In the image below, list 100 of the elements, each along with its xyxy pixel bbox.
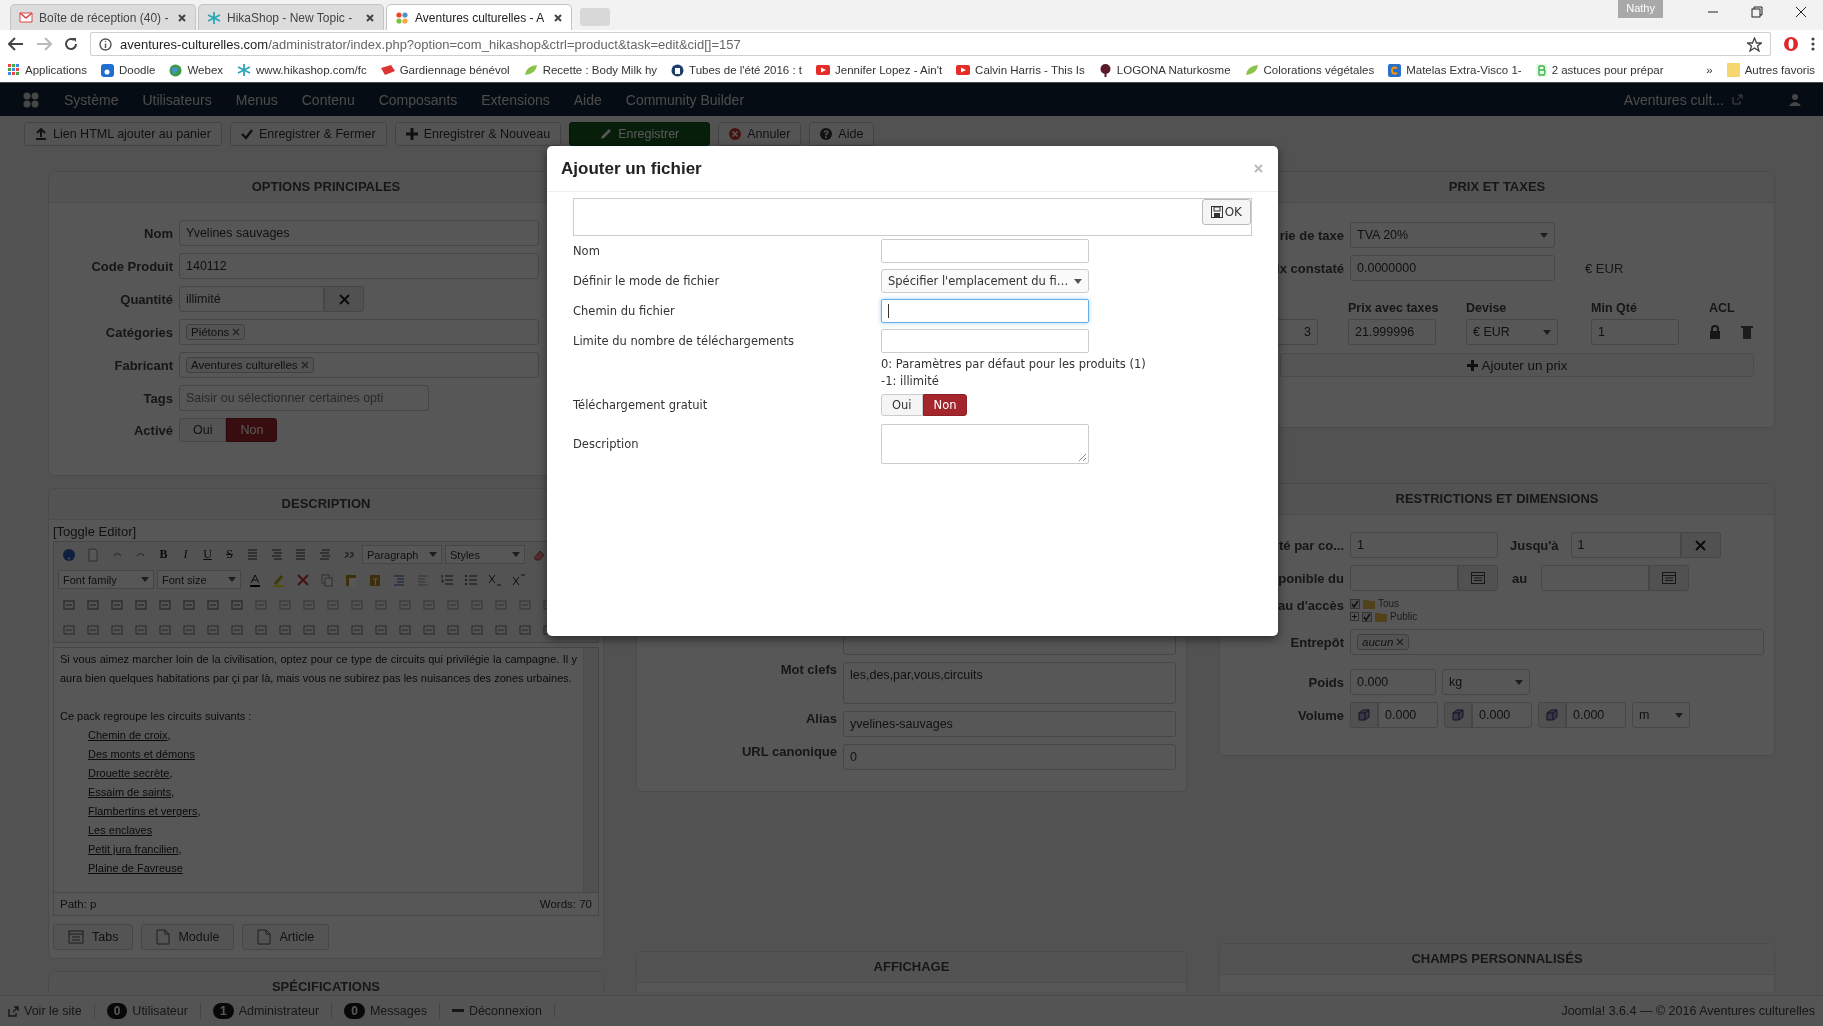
star-icon[interactable] xyxy=(1747,36,1762,52)
help-icon[interactable] xyxy=(61,547,76,562)
status-link[interactable]: Messages xyxy=(369,1004,427,1018)
browser-tab[interactable]: Aventures culturelles - A xyxy=(386,4,572,30)
editor-tool-icon[interactable] xyxy=(469,622,484,637)
editor-tool-icon[interactable] xyxy=(109,622,124,637)
toggle-editor-link[interactable]: [Toggle Editor] xyxy=(53,524,137,539)
subscript-icon[interactable] xyxy=(487,572,502,587)
font-family-select[interactable]: Font family xyxy=(58,570,154,589)
toggle-option[interactable]: Non xyxy=(226,418,278,442)
superscript-icon[interactable] xyxy=(511,572,526,587)
add-price-button[interactable]: Ajouter un prix xyxy=(1280,353,1754,377)
highlight-icon[interactable] xyxy=(271,572,286,587)
editor-tool-icon[interactable] xyxy=(181,622,196,637)
styles-select[interactable]: Styles xyxy=(445,545,525,564)
text-field[interactable]: yvelines-sauvages xyxy=(843,711,1176,737)
editor-button[interactable]: Article xyxy=(242,924,330,950)
toolbar-button[interactable]: Enregistrer xyxy=(569,121,711,146)
editor-tool-icon[interactable] xyxy=(373,622,388,637)
format-button[interactable]: U xyxy=(198,545,217,564)
bookmark[interactable]: Calvin Harris - This Is xyxy=(956,64,1085,76)
circuit-link[interactable]: Des monts et démons xyxy=(88,748,195,760)
address-bar[interactable]: aventures-culturelles.com/administrator/index.php?option=com_hikashop&ctrl=product&task=edit&cid[]=157 xyxy=(90,32,1771,56)
tag-field[interactable]: Piétons xyxy=(179,319,539,345)
text-field[interactable]: 0.000 xyxy=(1378,702,1438,728)
paste-text-icon[interactable] xyxy=(367,572,382,587)
toolbar-button[interactable]: Annuler xyxy=(718,121,802,146)
bookmark[interactable]: www.hikashop.com/fc xyxy=(237,63,367,77)
bookmark[interactable]: Jennifer Lopez - Ain't xyxy=(816,64,943,76)
remove-icon[interactable] xyxy=(1396,638,1405,646)
menu-item[interactable]: Système xyxy=(64,91,119,108)
bullet-list-icon[interactable] xyxy=(463,572,478,587)
text-field[interactable]: 21.999996 xyxy=(1348,319,1436,345)
user-icon[interactable] xyxy=(1789,93,1801,106)
tag-field[interactable]: aucun xyxy=(1350,629,1764,655)
o-icon[interactable] xyxy=(1783,36,1799,52)
joomla-logo-icon[interactable] xyxy=(22,90,40,109)
tag-field[interactable]: Aventures culturelles xyxy=(179,352,539,378)
editor-tool-icon[interactable] xyxy=(421,622,436,637)
close-icon[interactable] xyxy=(365,12,375,23)
bookmark[interactable]: Tubes de l'été 2016 : t xyxy=(671,63,803,77)
calendar-button[interactable] xyxy=(1649,565,1690,591)
text-field[interactable]: 0.000 xyxy=(1566,702,1626,728)
editor-tool-icon[interactable] xyxy=(61,622,76,637)
editor-tool-icon[interactable] xyxy=(205,622,220,637)
browser-tab[interactable]: Boîte de réception (40) - xyxy=(10,4,196,30)
bookmark[interactable]: Applications xyxy=(8,64,87,76)
bookmark[interactable]: Gardiennage bénévol xyxy=(380,64,510,76)
text-field[interactable]: 1 xyxy=(1591,319,1679,345)
editor-tool-icon[interactable] xyxy=(349,622,364,637)
unit-select[interactable]: kg xyxy=(1442,669,1530,695)
close-icon[interactable] xyxy=(1795,6,1807,18)
text-field[interactable]: 0.0000000 xyxy=(1350,255,1555,281)
scissors-icon[interactable] xyxy=(295,572,310,587)
menu-item[interactable]: Extensions xyxy=(481,91,550,108)
browser-tab[interactable]: HikaShop - New Topic - xyxy=(198,4,384,30)
toolbar-button[interactable]: Lien HTML ajouter au panier xyxy=(24,121,222,146)
toolbar-button[interactable]: Aide xyxy=(809,121,875,146)
text-color-icon[interactable] xyxy=(247,572,262,587)
editor-tool-icon[interactable] xyxy=(445,622,460,637)
editor-tool-icon[interactable] xyxy=(229,597,244,612)
tax-select[interactable]: TVA 20% xyxy=(1350,222,1555,248)
text-area[interactable]: les,des,par,vous,circuits xyxy=(843,662,1176,704)
format-button[interactable]: S xyxy=(220,545,239,564)
text-field[interactable] xyxy=(881,299,1089,323)
circuit-link[interactable]: Plaine de Favreuse xyxy=(88,862,183,874)
editor-tool-icon[interactable] xyxy=(229,622,244,637)
bookmark[interactable]: LOGONA Naturkosme xyxy=(1098,63,1231,77)
text-field[interactable]: illimité xyxy=(179,286,324,312)
menu-item[interactable]: Composants xyxy=(378,91,458,108)
bookmark[interactable]: Doodle xyxy=(101,63,156,77)
status-link[interactable]: Administrateur xyxy=(238,1004,320,1018)
new-document-icon[interactable] xyxy=(85,547,100,562)
text-field[interactable] xyxy=(881,239,1089,263)
text-field[interactable] xyxy=(881,329,1089,353)
text-field[interactable]: 140112 xyxy=(179,253,539,279)
editor-tool-icon[interactable] xyxy=(397,622,412,637)
editor-tool-icon[interactable] xyxy=(133,597,148,612)
circuit-link[interactable]: Les enclaves xyxy=(88,824,153,836)
back-icon[interactable] xyxy=(8,37,24,51)
align-icon[interactable] xyxy=(245,547,260,562)
editor-tool-icon[interactable] xyxy=(61,597,76,612)
text-field[interactable]: 0.000 xyxy=(1350,669,1436,695)
restore-icon[interactable] xyxy=(1751,6,1763,18)
paragraph-select[interactable]: Paragraph xyxy=(362,545,442,564)
editor-tool-icon[interactable] xyxy=(133,622,148,637)
font-size-select[interactable]: Font size xyxy=(157,570,241,589)
more-bookmarks-button[interactable]: » xyxy=(1706,64,1713,76)
editor-tool-icon[interactable] xyxy=(205,597,220,612)
clear-button[interactable] xyxy=(324,286,364,312)
toolbar-button[interactable]: Enregistrer & Nouveau xyxy=(394,121,562,146)
text-area[interactable] xyxy=(881,424,1089,464)
menu-item[interactable]: Community Builder xyxy=(625,91,745,108)
bookmark[interactable]: 2 astuces pour prépar xyxy=(1535,63,1664,77)
toggle-option[interactable]: Oui xyxy=(179,418,227,442)
editor-tool-icon[interactable] xyxy=(277,622,292,637)
expand-icon[interactable] xyxy=(1350,612,1359,621)
menu-icon[interactable] xyxy=(1811,37,1815,51)
align-icon[interactable] xyxy=(293,547,308,562)
editor-tool-icon[interactable] xyxy=(85,597,100,612)
